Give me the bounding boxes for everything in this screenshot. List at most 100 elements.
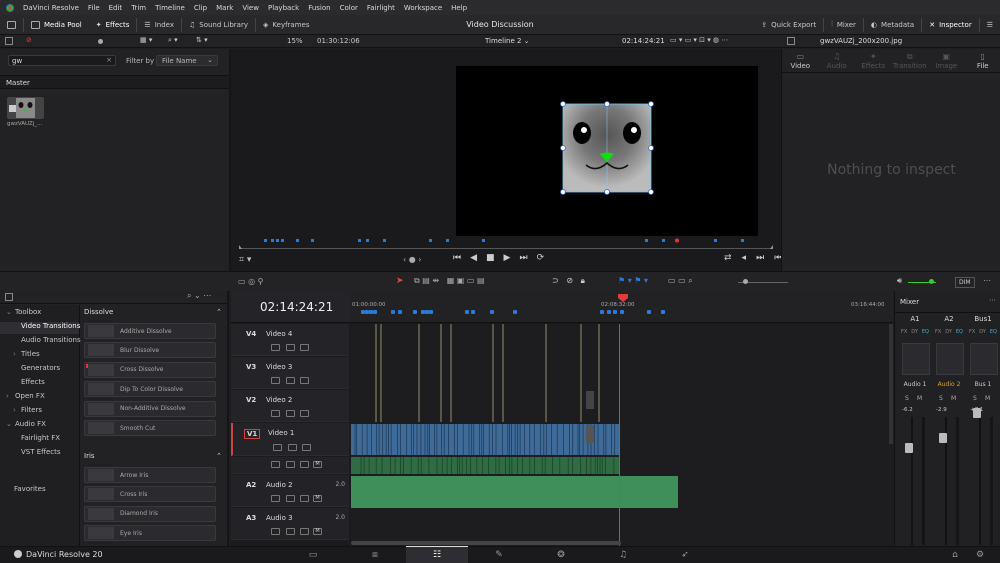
track-header-v4[interactable]: V4 Video 4: [231, 324, 349, 356]
transform-tool-icon[interactable]: ⌗ ▾: [239, 255, 251, 265]
menu-color[interactable]: Color: [340, 4, 358, 12]
menu-mark[interactable]: Mark: [216, 4, 233, 12]
effect-item[interactable]: Diamond Iris: [84, 506, 216, 522]
edit-tools-icons[interactable]: ⧉ ▤ ⇹ ▦ ▣ ▭ ▤: [414, 276, 485, 286]
menu-view[interactable]: View: [242, 4, 259, 12]
track-header-v2[interactable]: V2 Video 2: [231, 390, 349, 422]
mute-button[interactable]: M: [951, 395, 956, 402]
audio-2-clip[interactable]: [351, 476, 678, 508]
lock-icon[interactable]: [271, 410, 280, 417]
cut-page-icon[interactable]: ⧈: [344, 546, 406, 563]
tree-item-fairlight-fx[interactable]: Fairlight FX: [0, 434, 79, 446]
menu-workspace[interactable]: Workspace: [404, 4, 442, 12]
mixer-options-icon[interactable]: ⋯: [989, 296, 996, 304]
timeline-marker[interactable]: [465, 310, 469, 314]
zoom-level[interactable]: 15%: [287, 37, 303, 45]
track-header-a3[interactable]: A3 Audio 3 2.0 M: [231, 508, 349, 540]
tree-item-audio-transitions[interactable]: Audio Transitions: [0, 336, 79, 348]
playhead-line[interactable]: [619, 324, 620, 546]
sort-icon[interactable]: ⇅ ▾: [196, 36, 208, 44]
track-toggle-icon[interactable]: [300, 495, 309, 502]
index-button[interactable]: ☰ Index: [137, 15, 181, 35]
filter-by-select[interactable]: File Name ⌄: [156, 55, 218, 66]
fx-label[interactable]: EQ: [956, 329, 963, 335]
auto-select-icon[interactable]: [286, 528, 295, 535]
fx-label[interactable]: FX: [969, 329, 975, 335]
loop-icon[interactable]: ⟳: [537, 253, 545, 263]
go-to-start-icon[interactable]: ⏮: [453, 253, 461, 263]
thumbnail-size-slider[interactable]: [98, 39, 103, 44]
sidebar-toggle-icon[interactable]: [5, 293, 13, 301]
timeline-marker[interactable]: [661, 310, 665, 314]
timeline-options-icon[interactable]: ⋯: [983, 276, 991, 285]
track-toggle-icon[interactable]: [300, 461, 309, 468]
selection-tool-icon[interactable]: ➤: [396, 276, 404, 286]
timeline-marker[interactable]: [490, 310, 494, 314]
fx-label[interactable]: DY: [911, 329, 918, 335]
effect-item[interactable]: Cross Dissolve: [84, 362, 216, 378]
color-page-icon[interactable]: ❂: [530, 546, 592, 563]
clear-search-icon[interactable]: ×: [106, 56, 112, 64]
menu-fairlight[interactable]: Fairlight: [367, 4, 395, 12]
track-toggle-icon[interactable]: [300, 528, 309, 535]
channel-eq-display[interactable]: [902, 343, 930, 375]
auto-select-icon[interactable]: [286, 495, 295, 502]
edit-page-icon[interactable]: ☷: [406, 546, 468, 563]
solo-button[interactable]: S: [939, 395, 943, 402]
toolbar-menu-icon[interactable]: ☰: [980, 15, 1000, 35]
fx-label[interactable]: DY: [945, 329, 952, 335]
menu-help[interactable]: Help: [451, 4, 467, 12]
effect-item[interactable]: Arrow Iris: [84, 467, 216, 483]
fx-label[interactable]: FX: [901, 329, 907, 335]
settings-icon[interactable]: ⚙: [960, 546, 1000, 563]
mute-button[interactable]: M: [985, 395, 990, 402]
track-area[interactable]: [351, 324, 893, 546]
lock-icon[interactable]: [273, 444, 282, 451]
flag-icon[interactable]: ⚑ ▾ ⚑ ▾: [618, 276, 648, 285]
tree-item-toolbox[interactable]: ⌄ Toolbox: [0, 308, 79, 320]
timeline-marker[interactable]: [647, 310, 651, 314]
mute-button[interactable]: M: [313, 495, 322, 502]
menu-edit[interactable]: Edit: [109, 4, 123, 12]
playhead-head-icon[interactable]: [618, 294, 628, 302]
track-header-v3[interactable]: V3 Video 3: [231, 357, 349, 389]
fader-handle[interactable]: [905, 443, 913, 453]
tree-item-titles[interactable]: › Titles: [0, 350, 79, 362]
panel-toggle-icon[interactable]: [5, 37, 13, 45]
solo-button[interactable]: S: [905, 395, 909, 402]
auto-select-icon[interactable]: [286, 410, 295, 417]
search-icon[interactable]: ⌕ ▾: [168, 36, 178, 45]
media-search-input[interactable]: gw ×: [8, 55, 116, 66]
effect-item[interactable]: Dip To Color Dissolve: [84, 381, 216, 397]
effect-item[interactable]: Cross Iris: [84, 486, 216, 502]
timeline-marker[interactable]: [391, 310, 395, 314]
clip-thumbnail[interactable]: [7, 97, 44, 119]
grid-view-icon[interactable]: ▦ ▾: [140, 36, 152, 44]
timeline-marker[interactable]: [613, 310, 617, 314]
timeline-vscroll[interactable]: [889, 324, 893, 444]
fusion-page-icon[interactable]: ✎: [468, 546, 530, 563]
inspector-button[interactable]: ✕ Inspector: [922, 15, 979, 35]
record-icon[interactable]: ⊘: [26, 36, 32, 44]
sound-library-button[interactable]: ♫ Sound Library: [182, 15, 255, 35]
auto-select-icon[interactable]: [286, 461, 295, 468]
solo-button[interactable]: S: [973, 395, 977, 402]
jog-control[interactable]: ‹ ● ›: [403, 255, 421, 264]
effect-item[interactable]: Blur Dissolve: [84, 342, 216, 358]
track-header-a2[interactable]: A2 Audio 2 2.0 M: [231, 475, 349, 507]
bin-header[interactable]: Master: [0, 75, 229, 89]
effects-button[interactable]: ✦ Effects: [89, 15, 137, 35]
video-1-face-clip[interactable]: [586, 425, 594, 443]
menu-fusion[interactable]: Fusion: [308, 4, 330, 12]
effect-item[interactable]: Eye Iris: [84, 525, 216, 541]
tree-item-vst-effects[interactable]: VST Effects: [0, 448, 79, 460]
menu-timeline[interactable]: Timeline: [155, 4, 185, 12]
video-2-clip[interactable]: [586, 391, 594, 409]
lock-icon[interactable]: [271, 495, 280, 502]
lock-icon[interactable]: [271, 461, 280, 468]
timeline-marker[interactable]: [413, 310, 417, 314]
mute-button[interactable]: M: [917, 395, 922, 402]
effect-item[interactable]: Smooth Cut: [84, 420, 216, 436]
auto-select-icon[interactable]: [286, 377, 295, 384]
timeline-marker[interactable]: [600, 310, 604, 314]
